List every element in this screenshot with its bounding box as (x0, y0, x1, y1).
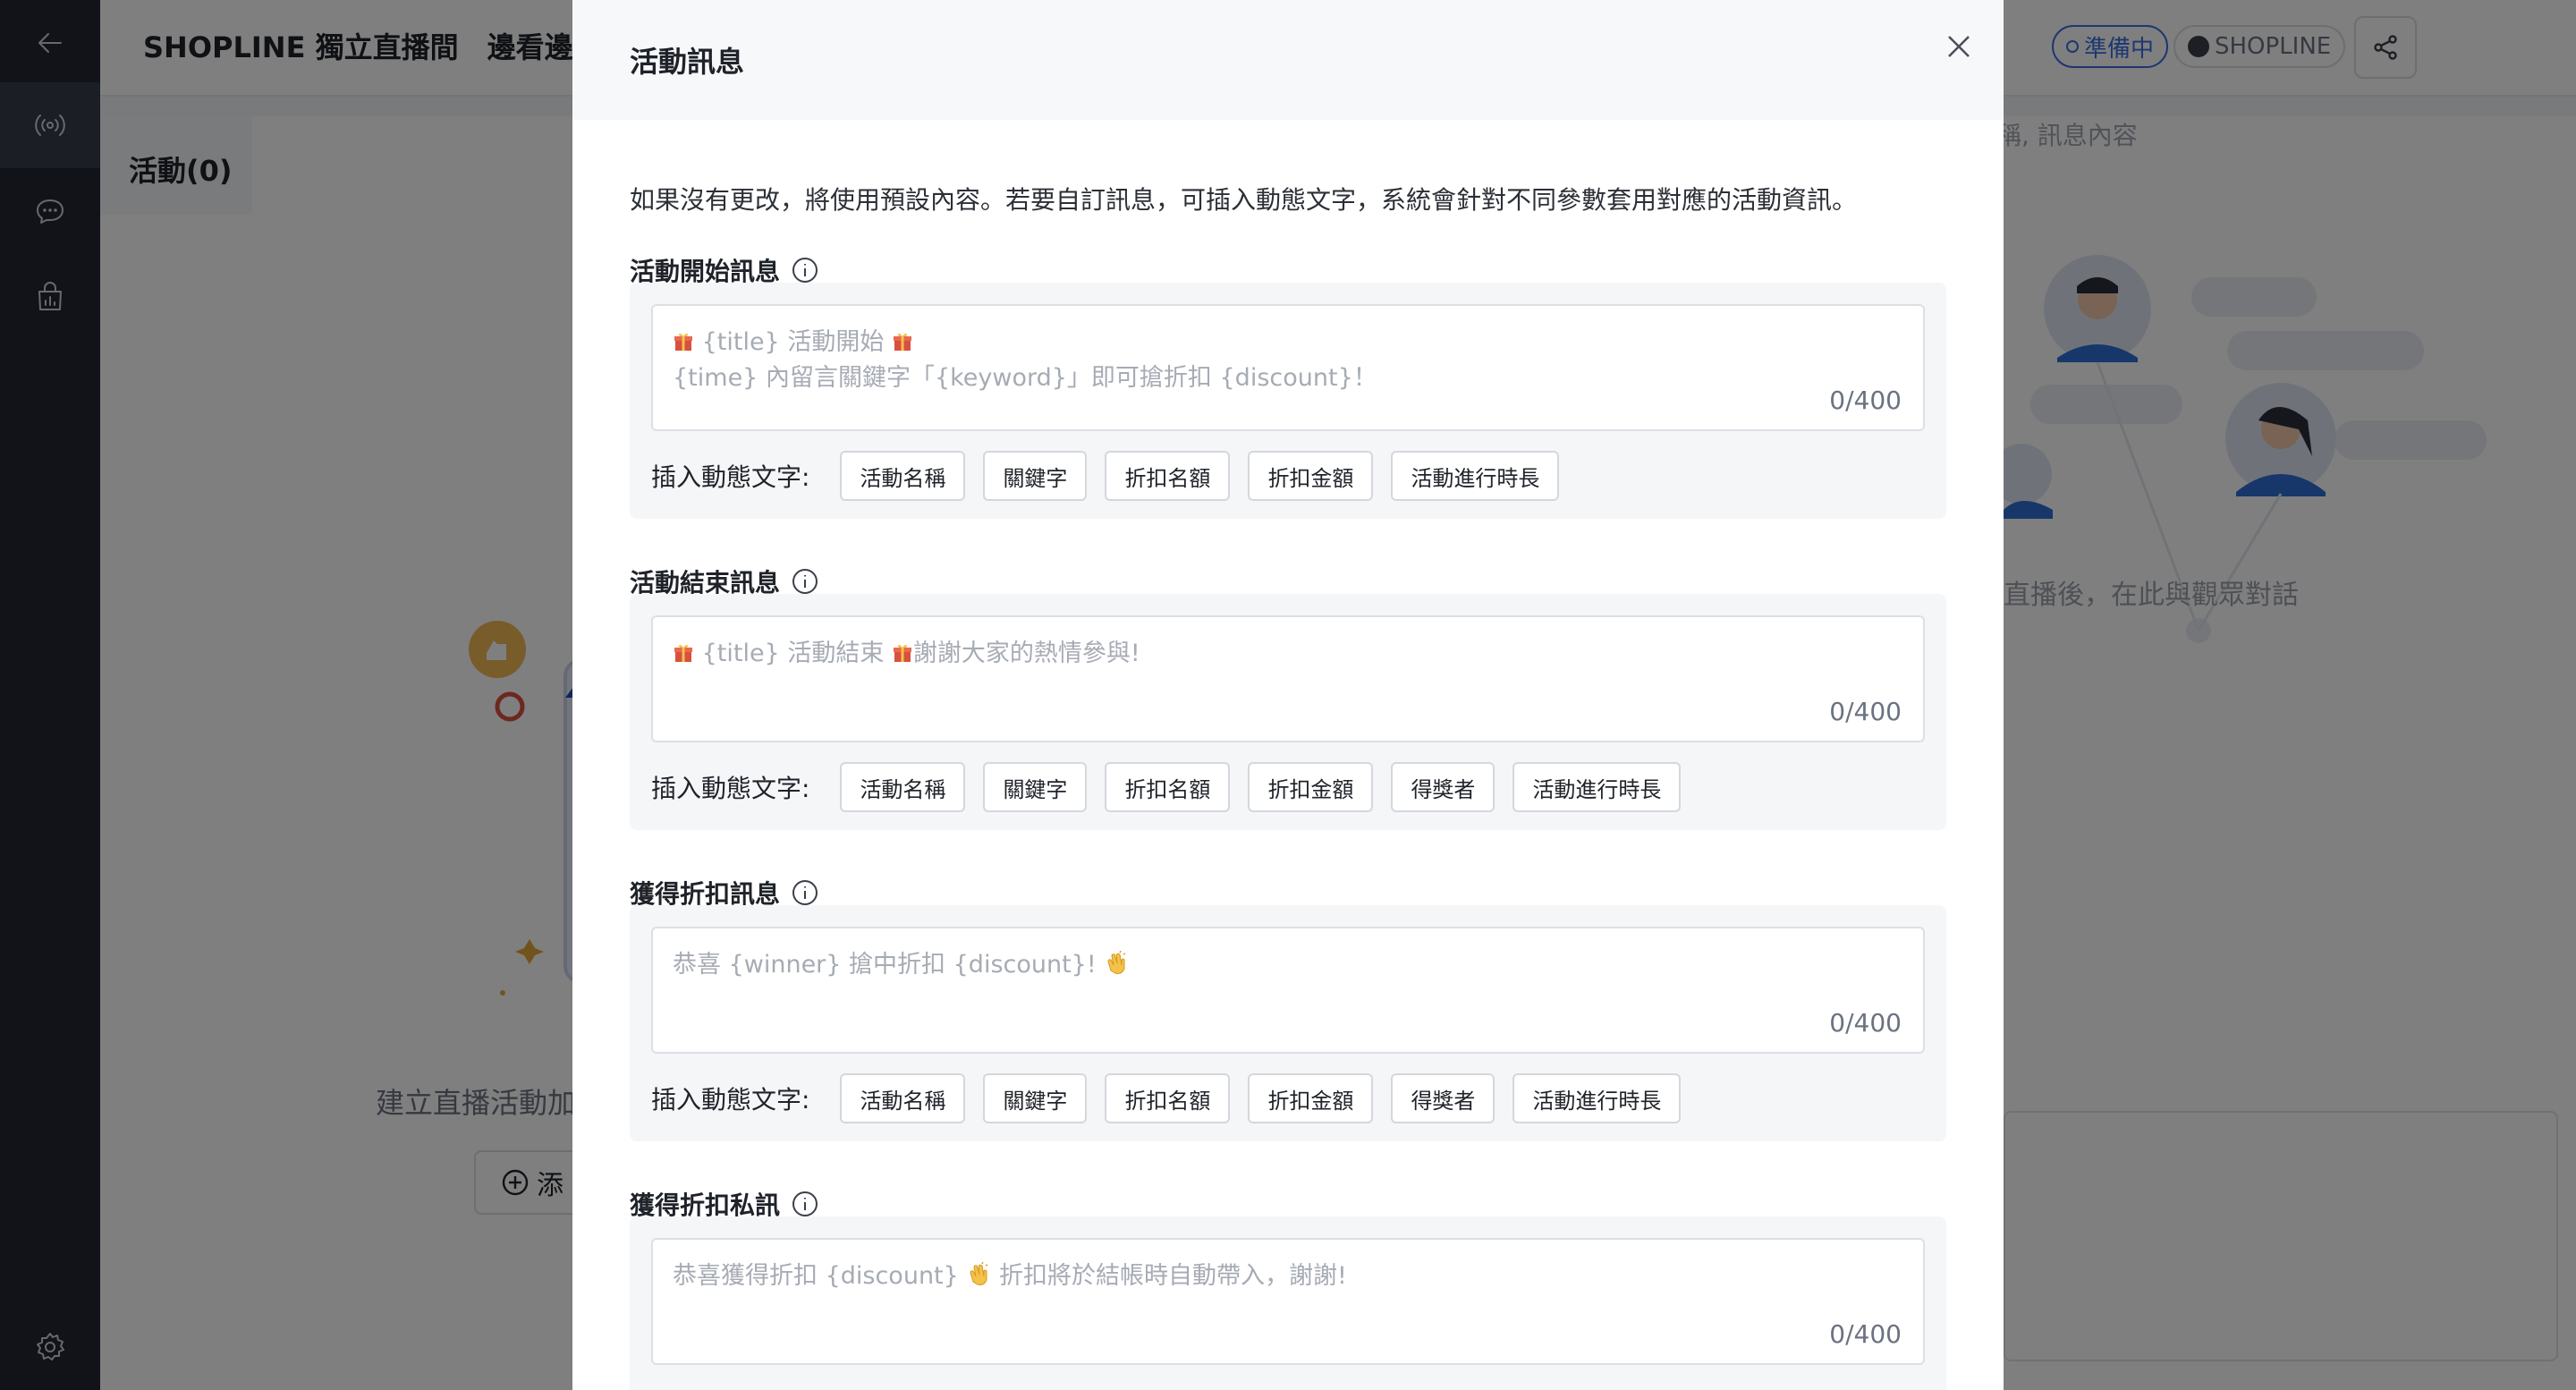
section-box: {title} 活動開始 {time} 內留言關鍵字「{keyword}」即可搶… (630, 283, 1946, 519)
info-icon[interactable] (791, 1190, 819, 1218)
placeholder-text: 恭喜 {winner} 搶中折扣 {discount}! (673, 951, 1097, 979)
info-icon[interactable] (791, 878, 819, 907)
gift-icon (673, 642, 694, 664)
clap-icon (966, 1261, 991, 1287)
chip-discount-quota[interactable]: 折扣名額 (1105, 762, 1231, 812)
placeholder-text: {title} 活動結束 (701, 640, 885, 667)
placeholder-line: {time} 內留言關鍵字「{keyword}」即可搶折扣 {discount}… (673, 364, 1377, 392)
section-box: {title} 活動結束 謝謝大家的熱情參與! 0/400 插入動態文字: 活動… (630, 594, 1946, 830)
chip-duration[interactable]: 活動進行時長 (1513, 1073, 1682, 1123)
chip-duration[interactable]: 活動進行時長 (1513, 762, 1682, 812)
section-box: 恭喜 {winner} 搶中折扣 {discount}! 0/400 插入動態文… (630, 905, 1946, 1141)
placeholder-line: 恭喜獲得折扣 {discount} 折扣將於結帳時自動帶入，謝謝! (673, 1256, 1347, 1291)
placeholder-line: {title} 活動結束 謝謝大家的熱情參與! (673, 633, 1140, 668)
placeholder-line: {title} 活動開始 (673, 322, 913, 357)
discount-dm-textarea[interactable]: 恭喜獲得折扣 {discount} 折扣將於結帳時自動帶入，謝謝! 0/400 (651, 1238, 1925, 1365)
char-counter: 0/400 (1829, 1319, 1902, 1349)
placeholder-text: 謝謝大家的熱情參與! (912, 640, 1140, 667)
chip-discount-quota[interactable]: 折扣名額 (1105, 1073, 1231, 1123)
placeholder-text: 折扣將於結帳時自動帶入，謝謝! (999, 1262, 1347, 1290)
placeholder-text: {title} 活動開始 (701, 328, 885, 356)
close-icon (1948, 36, 1970, 57)
insert-label: 插入動態文字: (651, 774, 810, 803)
chip-activity-name[interactable]: 活動名稱 (840, 762, 966, 812)
end-message-textarea[interactable]: {title} 活動結束 謝謝大家的熱情參與! 0/400 (651, 615, 1925, 742)
insert-label: 插入動態文字: (651, 462, 810, 492)
discount-message-textarea[interactable]: 恭喜 {winner} 搶中折扣 {discount}! 0/400 (651, 927, 1925, 1054)
chip-duration[interactable]: 活動進行時長 (1391, 451, 1560, 501)
gift-icon (892, 642, 913, 664)
start-message-textarea[interactable]: {title} 活動開始 {time} 內留言關鍵字「{keyword}」即可搶… (651, 304, 1925, 431)
char-counter: 0/400 (1829, 1008, 1902, 1038)
chip-winner[interactable]: 得獎者 (1391, 762, 1496, 812)
chip-discount-amount[interactable]: 折扣金額 (1248, 762, 1374, 812)
chip-discount-amount[interactable]: 折扣金額 (1248, 1073, 1374, 1123)
char-counter: 0/400 (1829, 697, 1902, 726)
insert-dynamic-row: 插入動態文字: 活動名稱 關鍵字 折扣名額 折扣金額 得獎者 活動進行時長 (651, 762, 1699, 812)
gift-icon (673, 331, 694, 352)
info-icon[interactable] (791, 567, 819, 596)
chip-activity-name[interactable]: 活動名稱 (840, 1073, 966, 1123)
activity-message-modal: 活動訊息 如果沒有更改，將使用預設內容。若要自訂訊息，可插入動態文字，系統會針對… (572, 0, 2004, 1390)
info-icon[interactable] (791, 256, 819, 284)
chip-discount-amount[interactable]: 折扣金額 (1248, 451, 1374, 501)
placeholder-text: 恭喜獲得折扣 {discount} (673, 1262, 959, 1290)
section-box: 恭喜獲得折扣 {discount} 折扣將於結帳時自動帶入，謝謝! 0/400 (630, 1216, 1946, 1390)
insert-dynamic-row: 插入動態文字: 活動名稱 關鍵字 折扣名額 折扣金額 得獎者 活動進行時長 (651, 1073, 1699, 1123)
insert-dynamic-row: 插入動態文字: 活動名稱 關鍵字 折扣名額 折扣金額 活動進行時長 (651, 451, 1577, 501)
close-button[interactable] (1937, 25, 1980, 68)
modal-header: 活動訊息 (572, 0, 2004, 120)
chip-winner[interactable]: 得獎者 (1391, 1073, 1496, 1123)
chip-activity-name[interactable]: 活動名稱 (840, 451, 966, 501)
modal-title: 活動訊息 (630, 45, 745, 79)
modal-description: 如果沒有更改，將使用預設內容。若要自訂訊息，可插入動態文字，系統會針對不同參數套… (630, 185, 1858, 215)
chip-keyword[interactable]: 關鍵字 (983, 1073, 1088, 1123)
chip-discount-quota[interactable]: 折扣名額 (1105, 451, 1231, 501)
insert-label: 插入動態文字: (651, 1085, 810, 1115)
chip-keyword[interactable]: 關鍵字 (983, 762, 1088, 812)
char-counter: 0/400 (1829, 386, 1902, 415)
chip-keyword[interactable]: 關鍵字 (983, 451, 1088, 501)
gift-icon (892, 331, 913, 352)
clap-icon (1104, 950, 1129, 976)
placeholder-line: 恭喜 {winner} 搶中折扣 {discount}! (673, 945, 1129, 979)
